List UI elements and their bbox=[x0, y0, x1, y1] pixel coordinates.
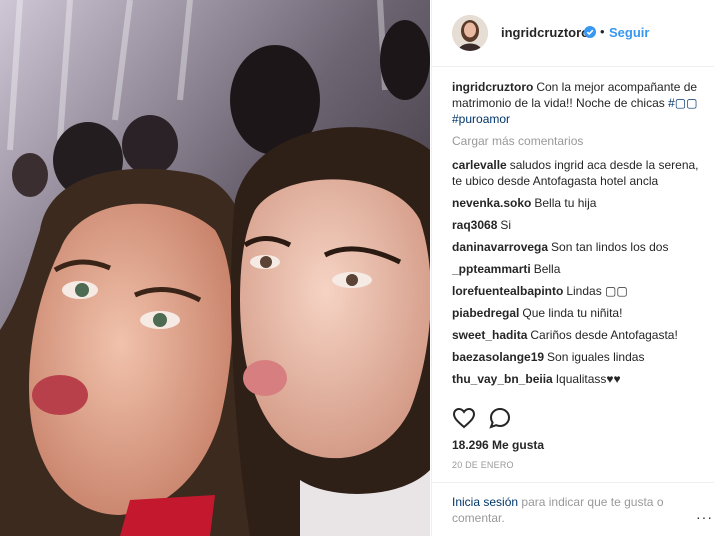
hashtag-link[interactable]: #puroamor bbox=[452, 112, 510, 126]
comment-username[interactable]: carlevalle bbox=[452, 158, 507, 172]
comment-text: Bella bbox=[533, 262, 561, 276]
comment-username[interactable]: raq3068 bbox=[452, 218, 497, 232]
comment-username[interactable]: sweet_hadita bbox=[452, 328, 527, 342]
selfie-image bbox=[0, 0, 430, 536]
comment-text: Si bbox=[500, 218, 512, 232]
comment: daninavarrovega Son tan lindos los dos bbox=[452, 239, 702, 255]
post-photo[interactable] bbox=[0, 0, 430, 536]
comments-list: ingridcruztoro Con la mejor acompañante d… bbox=[452, 79, 702, 393]
action-bar bbox=[452, 406, 702, 430]
comment: sweet_hadita Cariños desde Antofagasta! bbox=[452, 327, 702, 343]
comment-text: Lindas ▢▢ bbox=[566, 284, 628, 298]
header-username[interactable]: ingridcruztoro bbox=[501, 25, 589, 40]
comment-username[interactable]: daninavarrovega bbox=[452, 240, 548, 254]
comment: _ppteammarti Bella bbox=[452, 261, 702, 277]
likes-count[interactable]: 18.296 Me gusta bbox=[452, 438, 544, 452]
comment-username[interactable]: piabedregal bbox=[452, 306, 519, 320]
login-footer: Inicia sesión para indicar que te gusta … bbox=[432, 482, 714, 537]
avatar[interactable] bbox=[452, 15, 488, 51]
post-date: 20 DE ENERO bbox=[452, 460, 514, 470]
comment-username[interactable]: lorefuentealbapinto bbox=[452, 284, 563, 298]
comment-icon[interactable] bbox=[488, 406, 512, 430]
load-more-comments[interactable]: Cargar más comentarios bbox=[452, 133, 702, 149]
comment: baezasolange19 Son iguales lindas bbox=[452, 349, 702, 365]
comment-text: Iqualitass♥♥ bbox=[555, 372, 621, 386]
post-side-panel: ingridcruztoro • Seguir ingridcruztoro Co… bbox=[431, 0, 714, 536]
heart-icon[interactable] bbox=[452, 406, 476, 430]
comment-username[interactable]: baezasolange19 bbox=[452, 350, 544, 364]
avatar-image bbox=[452, 15, 488, 51]
verified-badge-icon bbox=[584, 26, 596, 38]
comment-username[interactable]: thu_vay_bn_beiia bbox=[452, 372, 553, 386]
comment: thu_vay_bn_beiia Iqualitass♥♥ bbox=[452, 371, 702, 387]
comment: lorefuentealbapinto Lindas ▢▢ bbox=[452, 283, 702, 299]
login-link[interactable]: Inicia sesión bbox=[452, 495, 518, 509]
separator-dot: • bbox=[600, 24, 605, 39]
comment: piabedregal Que linda tu niñita! bbox=[452, 305, 702, 321]
comment: nevenka.soko Bella tu hija bbox=[452, 195, 702, 211]
comment-text: Son iguales lindas bbox=[547, 350, 645, 364]
login-prompt: Inicia sesión para indicar que te gusta … bbox=[452, 494, 682, 526]
more-options-icon[interactable]: ··· bbox=[696, 509, 713, 525]
comment: carlevalle saludos ingrid aca desde la se… bbox=[452, 157, 702, 189]
comment-text: Son tan lindos los dos bbox=[551, 240, 669, 254]
caption: ingridcruztoro Con la mejor acompañante d… bbox=[452, 79, 702, 127]
post-header: ingridcruztoro • Seguir bbox=[432, 0, 714, 67]
caption-username[interactable]: ingridcruztoro bbox=[452, 80, 533, 94]
comment-username[interactable]: nevenka.soko bbox=[452, 196, 531, 210]
hashtag-link[interactable]: #▢▢ bbox=[668, 96, 697, 110]
comment-username[interactable]: _ppteammarti bbox=[452, 262, 531, 276]
comment-text: Que linda tu niñita! bbox=[522, 306, 623, 320]
comment: raq3068 Si bbox=[452, 217, 702, 233]
comment-text: Cariños desde Antofagasta! bbox=[530, 328, 678, 342]
comment-text: Bella tu hija bbox=[534, 196, 597, 210]
follow-button[interactable]: Seguir bbox=[609, 25, 649, 40]
